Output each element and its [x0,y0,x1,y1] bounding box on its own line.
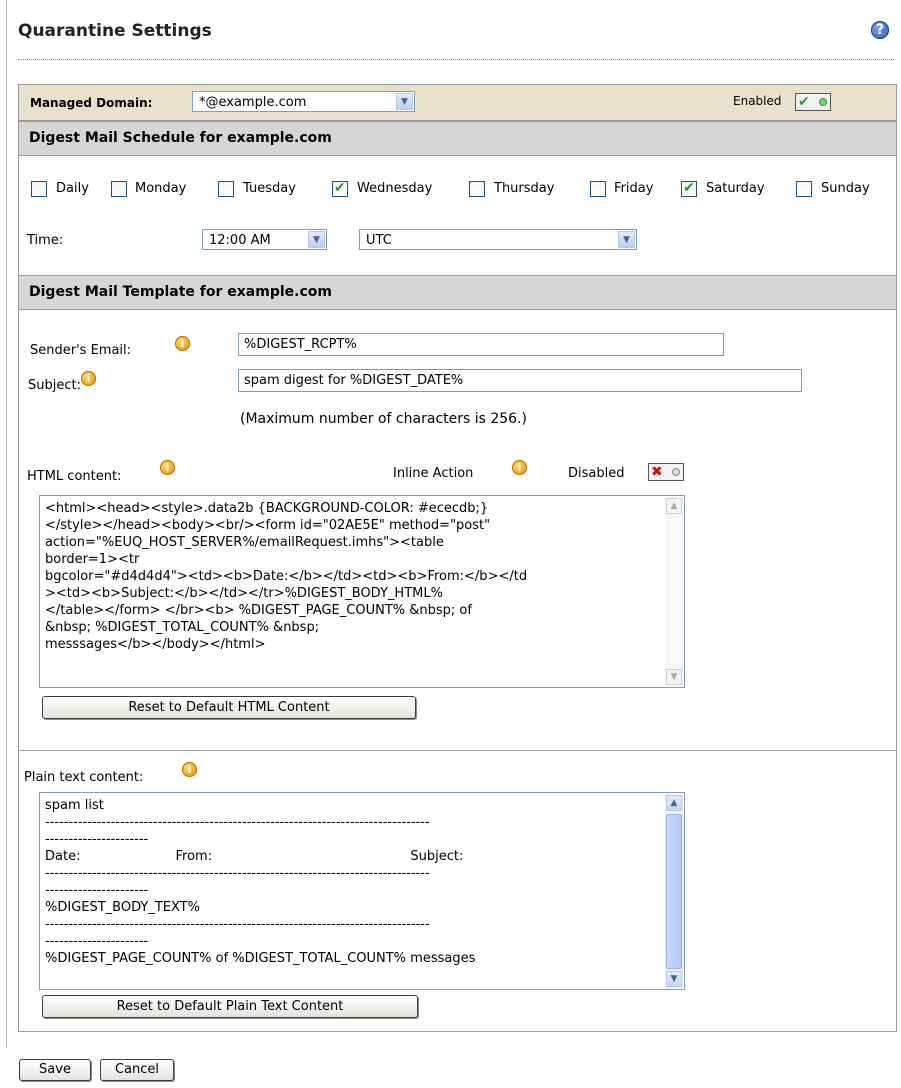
toggle-dot-icon [819,98,827,106]
domain-enabled-toggle[interactable]: ✔ [795,93,831,111]
checkbox-sunday[interactable] [796,181,812,197]
managed-domain-select[interactable]: *@example.com ▼ [192,91,415,112]
scroll-up-icon[interactable]: ▲ [666,795,682,811]
scroll-down-icon[interactable]: ▼ [666,971,682,987]
help-icon[interactable]: ? [871,21,889,39]
info-icon: i [81,371,96,386]
plain-text-label: Plain text content: [24,770,144,785]
sender-email-input[interactable]: %DIGEST_RCPT% [238,333,724,356]
info-icon: i [175,336,190,351]
inline-action-toggle[interactable]: ✖ [648,463,684,481]
day-label-monday: Monday [135,181,187,196]
timezone-value: UTC [366,233,392,248]
day-label-sunday: Sunday [821,181,870,196]
info-icon: i [512,460,527,475]
managed-domain-label: Managed Domain: [30,96,153,110]
plain-text-textarea[interactable]: spam list ------------------------------… [39,792,685,990]
x-icon: ✖ [651,464,663,480]
plain-text-content: spam list ------------------------------… [45,798,476,966]
html-content-text: <html><head><style>.data2b {BACKGROUND-C… [45,501,528,652]
subject-input[interactable]: spam digest for %DIGEST_DATE% [238,369,802,392]
html-content-textarea[interactable]: <html><head><style>.data2b {BACKGROUND-C… [39,495,685,688]
chevron-down-icon: ▼ [308,231,325,248]
template-heading: Digest Mail Template for example.com [19,275,896,310]
info-icon: i [182,762,197,777]
check-icon: ✔ [334,180,346,196]
time-label: Time: [27,233,64,248]
inline-status-label: Disabled [568,466,625,481]
sender-email-label: Sender's Email: [30,343,132,358]
reset-plain-text-button[interactable]: Reset to Default Plain Text Content [42,995,418,1018]
max-characters-note: (Maximum number of characters is 256.) [240,411,527,427]
subject-label: Subject: [28,378,81,393]
plain-text-scrollbar[interactable]: ▲ ▼ [665,794,683,988]
reset-html-button[interactable]: Reset to Default HTML Content [42,696,416,719]
toggle-dot-icon [672,468,680,476]
timezone-select[interactable]: UTC ▼ [359,229,637,250]
day-label-saturday: Saturday [706,181,765,196]
checkbox-saturday[interactable]: ✔ [681,180,697,197]
checkbox-thursday[interactable] [469,181,485,197]
day-label-tuesday: Tuesday [243,181,296,196]
scroll-down-icon[interactable]: ▼ [666,669,682,685]
page-title: Quarantine Settings [18,21,212,41]
checkbox-tuesday[interactable] [218,181,234,197]
enabled-label: Enabled [733,94,782,108]
save-button[interactable]: Save [19,1059,91,1081]
info-icon: i [160,460,175,475]
html-content-label: HTML content: [27,469,122,484]
chevron-down-icon: ▼ [618,231,635,248]
check-icon: ✔ [798,94,810,110]
checkbox-monday[interactable] [111,181,127,197]
schedule-heading: Digest Mail Schedule for example.com [19,121,896,156]
checkbox-daily[interactable] [31,181,47,197]
cancel-button[interactable]: Cancel [100,1059,174,1081]
day-label-daily: Daily [56,181,89,196]
left-border-rule [6,0,7,1048]
checkbox-friday[interactable] [590,181,606,197]
scroll-up-icon[interactable]: ▲ [666,498,682,514]
inline-action-label: Inline Action [393,466,474,481]
checkbox-wednesday[interactable]: ✔ [332,180,348,197]
html-content-scrollbar[interactable]: ▲ ▼ [665,497,683,686]
day-label-friday: Friday [614,181,654,196]
managed-domain-value: *@example.com [199,95,307,110]
day-label-thursday: Thursday [494,181,555,196]
day-label-wednesday: Wednesday [357,181,433,196]
time-select[interactable]: 12:00 AM ▼ [202,229,327,250]
title-divider [18,59,894,60]
scrollbar-thumb[interactable] [666,814,682,969]
chevron-down-icon: ▼ [396,93,413,110]
check-icon: ✔ [683,180,695,196]
time-value: 12:00 AM [209,233,271,248]
